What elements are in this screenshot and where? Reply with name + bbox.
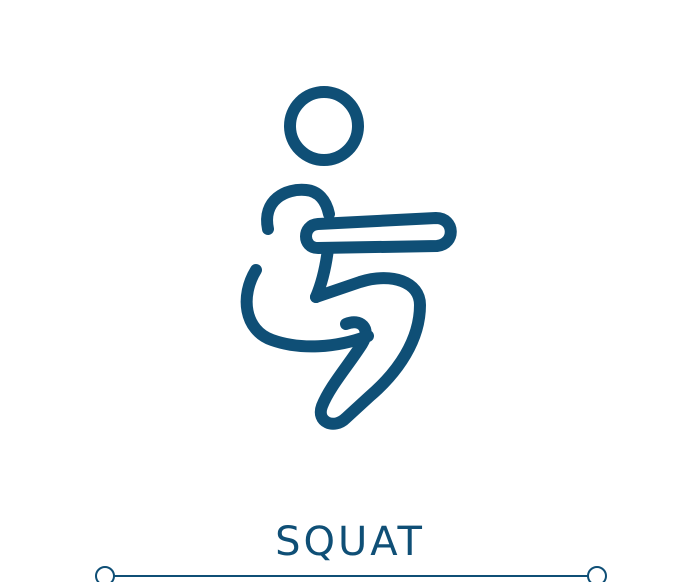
divider-left-dot — [95, 566, 115, 582]
divider-right-dot — [587, 566, 607, 582]
squat-exercise-icon — [240, 86, 457, 430]
icon-card: SQUAT — [0, 0, 700, 582]
caption-label: SQUAT — [275, 519, 425, 565]
divider-line — [95, 566, 607, 582]
head-shape — [284, 86, 364, 166]
